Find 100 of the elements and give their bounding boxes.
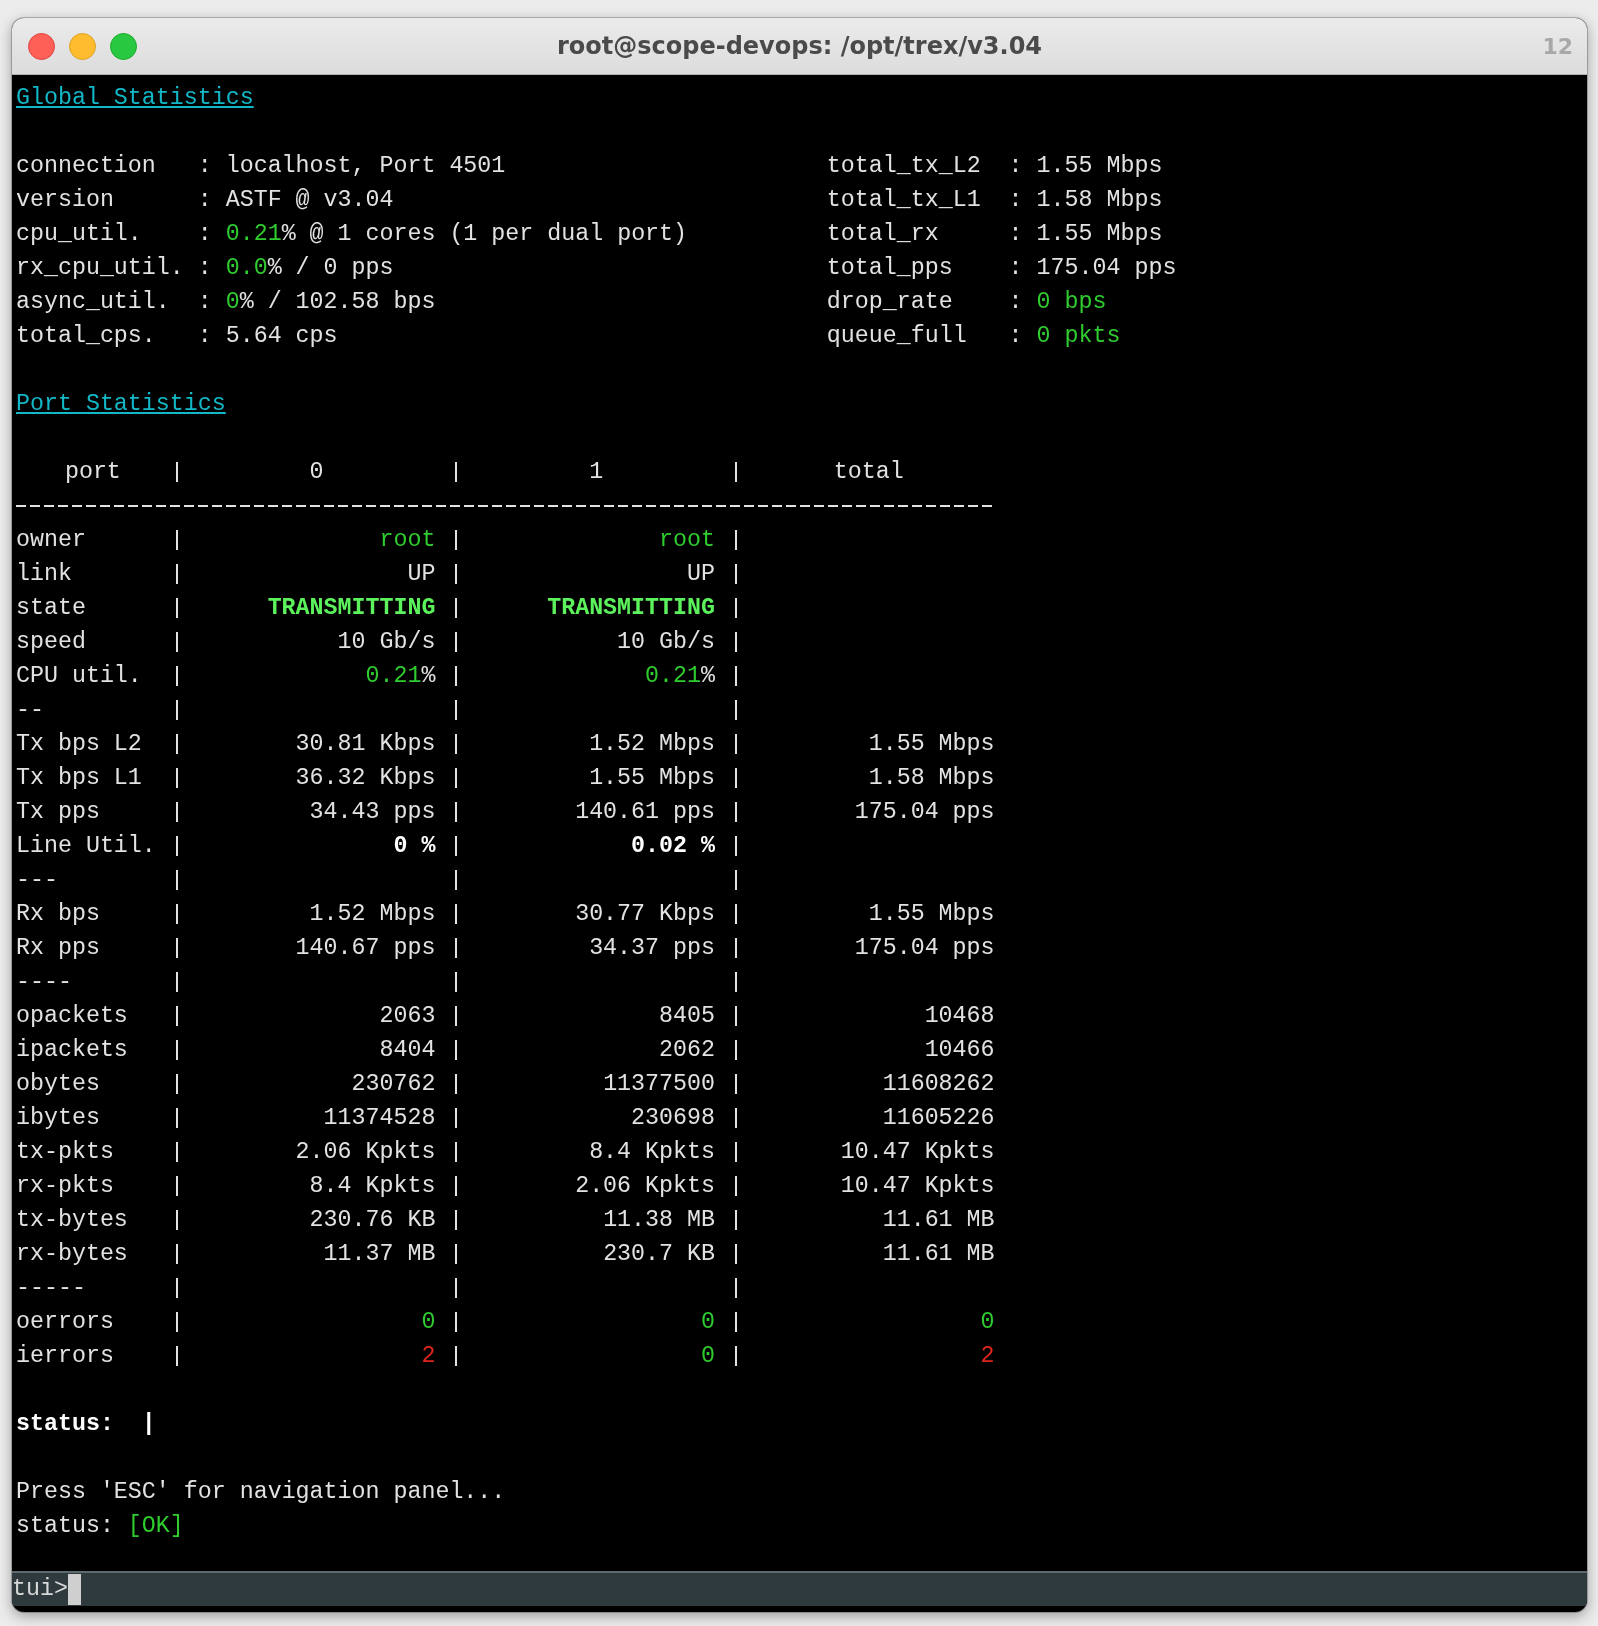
row-label: rx-pkts [16, 1172, 115, 1201]
section-title: Global Statistics [16, 84, 254, 113]
row-label: tx-bytes [16, 1206, 129, 1235]
table-cell-text: 10 Gb/s [616, 628, 716, 657]
table-cell-text: TRANSMITTING [266, 594, 437, 623]
table-cell-text: 0.02 % [630, 832, 716, 861]
table-cell-text: 230.76 KB [308, 1206, 437, 1235]
table-cell-text: 1.55 Mbps [867, 730, 995, 759]
table-cell-text: 36.32 Kbps [294, 764, 437, 793]
row-label: obytes [16, 1070, 101, 1099]
table-cell-text: 11377500 [602, 1070, 716, 1099]
row-label: ibytes [16, 1104, 101, 1133]
status-message: status: [OK] [16, 1512, 184, 1541]
stat-label: total_rx [826, 220, 940, 249]
stat-label: drop_rate [826, 288, 954, 317]
stat-value: : 0.0% / 0 pps [197, 254, 394, 283]
table-cell-text: 0 [979, 1308, 995, 1337]
window-number: 12 [1542, 33, 1573, 59]
table-cell-text: 11.61 MB [881, 1240, 995, 1269]
stat-value: : 175.04 pps [1008, 254, 1177, 283]
table-cell-text: 230.7 KB [602, 1240, 716, 1269]
row-label: tx-pkts [16, 1138, 115, 1167]
row-label: ipackets [16, 1036, 129, 1065]
column-header: 0 [308, 458, 325, 487]
table-cell-text: 11.61 MB [881, 1206, 995, 1235]
table-cell-text: 11.38 MB [602, 1206, 716, 1235]
row-label: --- [16, 866, 59, 895]
table-cell-text: 10 Gb/s [336, 628, 437, 657]
command-input[interactable]: tui> [12, 1571, 1587, 1606]
table-cell-text: 30.77 Kbps [574, 900, 716, 929]
stat-value: : localhost, Port 4501 [197, 152, 506, 181]
row-label: Rx pps [16, 934, 101, 963]
stat-value: : 1.55 Mbps [1008, 220, 1163, 249]
table-cell-text: 10466 [923, 1036, 995, 1065]
table-cell-text: 0 [420, 1308, 437, 1337]
table-cell-text: 0 [700, 1342, 716, 1371]
row-label: Tx bps L2 [16, 730, 143, 759]
table-cell-text: 8405 [658, 1002, 716, 1031]
stat-value: : 0% / 102.58 bps [197, 288, 436, 317]
table-cell-text: 1.55 Mbps [588, 764, 716, 793]
table-cell-text: 8404 [378, 1036, 437, 1065]
table-cell-text: root [658, 526, 716, 555]
column-header: 1 [588, 458, 605, 487]
table-cell-text: 11608262 [881, 1070, 995, 1099]
stat-value: : 0 pkts [1008, 322, 1121, 351]
table-cell-text: 0 % [392, 832, 437, 861]
row-label: oerrors [16, 1308, 115, 1337]
stat-value: : ASTF @ v3.04 [197, 186, 394, 215]
stat-value: : 0.21% @ 1 cores (1 per dual port) [197, 220, 688, 249]
row-label: opackets [16, 1002, 129, 1031]
table-cell-text: 0 [700, 1308, 716, 1337]
table-cell-text: 0.21% [364, 662, 437, 691]
column-header: total [832, 458, 905, 487]
table-cell-text: 2063 [378, 1002, 437, 1031]
close-button[interactable] [28, 32, 55, 60]
table-cell-text: 10.47 Kpkts [839, 1138, 995, 1167]
zoom-button[interactable] [110, 32, 137, 60]
table-cell-text: 175.04 pps [853, 934, 995, 963]
minimize-button[interactable] [69, 32, 96, 60]
table-cell-text: 2 [979, 1342, 995, 1371]
row-label: ierrors [16, 1342, 115, 1371]
prompt-text: tui> [12, 1575, 68, 1604]
status-spinner: | [141, 1410, 156, 1439]
table-cell-text: 175.04 pps [853, 798, 995, 827]
row-label: rx-bytes [16, 1240, 129, 1269]
table-cell-text: 2.06 Kpkts [574, 1172, 716, 1201]
table-cell-text: 1.52 Mbps [308, 900, 437, 929]
text-cursor [67, 1574, 81, 1605]
stat-label: async_util. [16, 288, 171, 317]
stat-label: connection [16, 152, 157, 181]
table-cell-text: 1.58 Mbps [867, 764, 995, 793]
table-cell-text: 230698 [630, 1104, 716, 1133]
stat-label: queue_full [826, 322, 968, 351]
table-cell-text: 0.21% [644, 662, 716, 691]
row-label: Line Util. [16, 832, 157, 861]
table-cell-text: 140.61 pps [574, 798, 716, 827]
status-label: status: [16, 1410, 114, 1439]
stat-value: : 1.58 Mbps [1008, 186, 1163, 215]
row-label: -- [16, 696, 45, 725]
stat-label: total_tx_L1 [826, 186, 982, 215]
table-cell-text: 8.4 Kpkts [588, 1138, 716, 1167]
stat-label: total_pps [826, 254, 954, 283]
stat-value: : 0 bps [1008, 288, 1107, 317]
column-header: port [63, 458, 122, 487]
row-label: state [16, 594, 87, 623]
table-cell-text: 230762 [350, 1070, 437, 1099]
window-title: root@scope-devops: /opt/trex/v3.04 [556, 32, 1043, 60]
table-cell-text: 34.37 pps [588, 934, 716, 963]
table-cell-text: 1.55 Mbps [867, 900, 995, 929]
table-cell-text: 34.43 pps [308, 798, 437, 827]
row-label: CPU util. [16, 662, 143, 691]
stat-value: : 5.64 cps [197, 322, 338, 351]
section-title: Port Statistics [16, 390, 226, 419]
table-cell-text: 140.67 pps [294, 934, 437, 963]
row-label: Tx bps L1 [16, 764, 143, 793]
stat-label: version [16, 186, 115, 215]
stat-label: total_cps. [16, 322, 157, 351]
table-cell-text: 11605226 [881, 1104, 995, 1133]
table-cell-text: 2 [420, 1342, 437, 1371]
table-cell-text: 10468 [923, 1002, 995, 1031]
